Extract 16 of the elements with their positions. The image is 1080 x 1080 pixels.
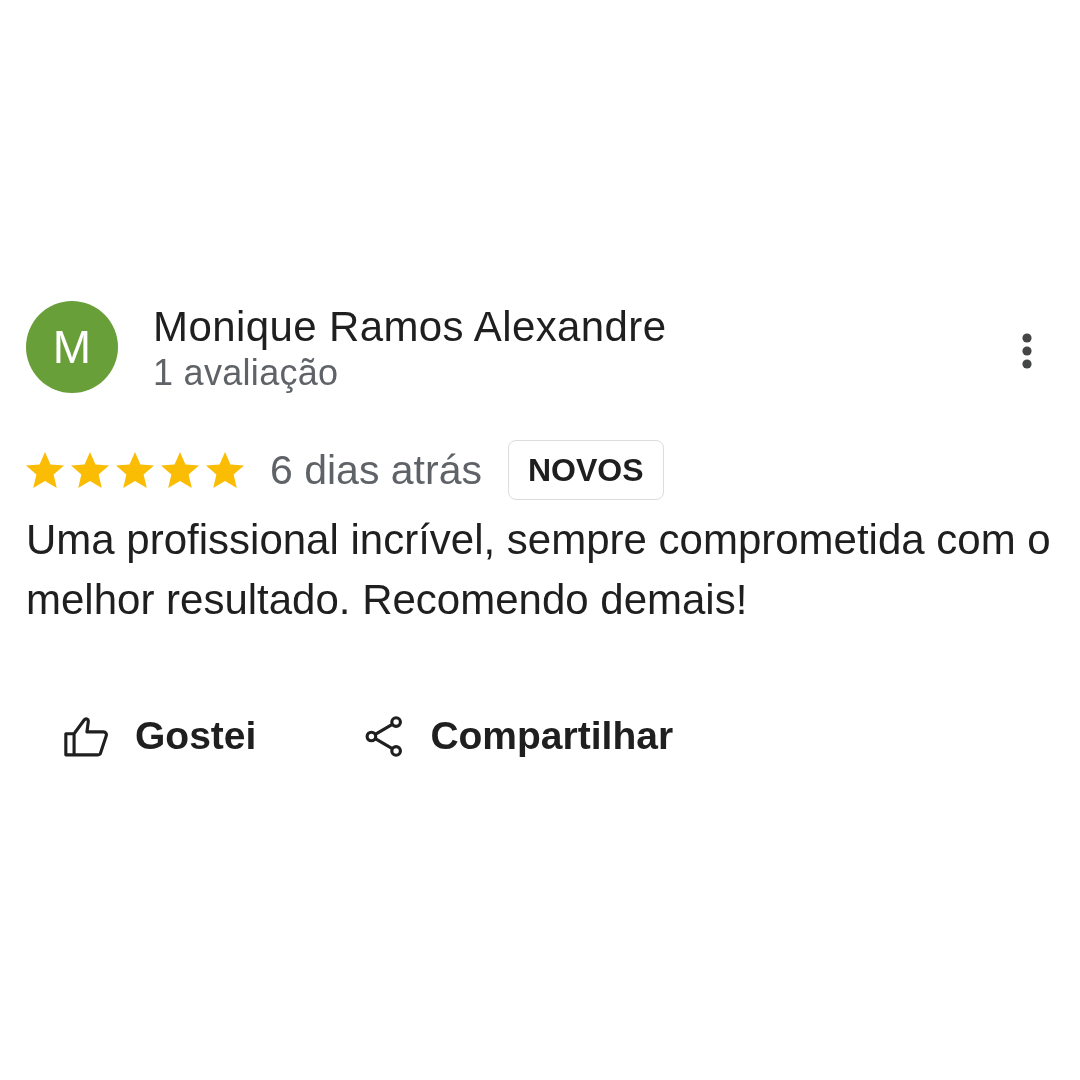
star-icon <box>116 452 154 488</box>
review-text: Uma profissional incrível, sempre comprometida com o melhor resultado. Recomendo demais! <box>26 515 1052 625</box>
review-date: 6 dias atrás <box>270 446 482 494</box>
share-button[interactable]: Compartilhar <box>365 701 674 771</box>
review-count: 1 avaliação <box>153 351 340 395</box>
share-icon <box>365 715 404 757</box>
star-icon <box>161 452 199 488</box>
star-icon <box>71 452 109 488</box>
reviewer-name: Monique Ramos Alexandre <box>153 303 667 351</box>
avatar-circle: M <box>26 301 118 393</box>
like-button[interactable]: Gostei <box>64 701 257 771</box>
star-icon <box>26 452 64 488</box>
thumbs-up-icon <box>64 715 108 757</box>
star-icon <box>206 452 244 488</box>
vertical-dots-icon[interactable] <box>1022 333 1032 369</box>
new-badge: NOVOS <box>507 440 664 500</box>
